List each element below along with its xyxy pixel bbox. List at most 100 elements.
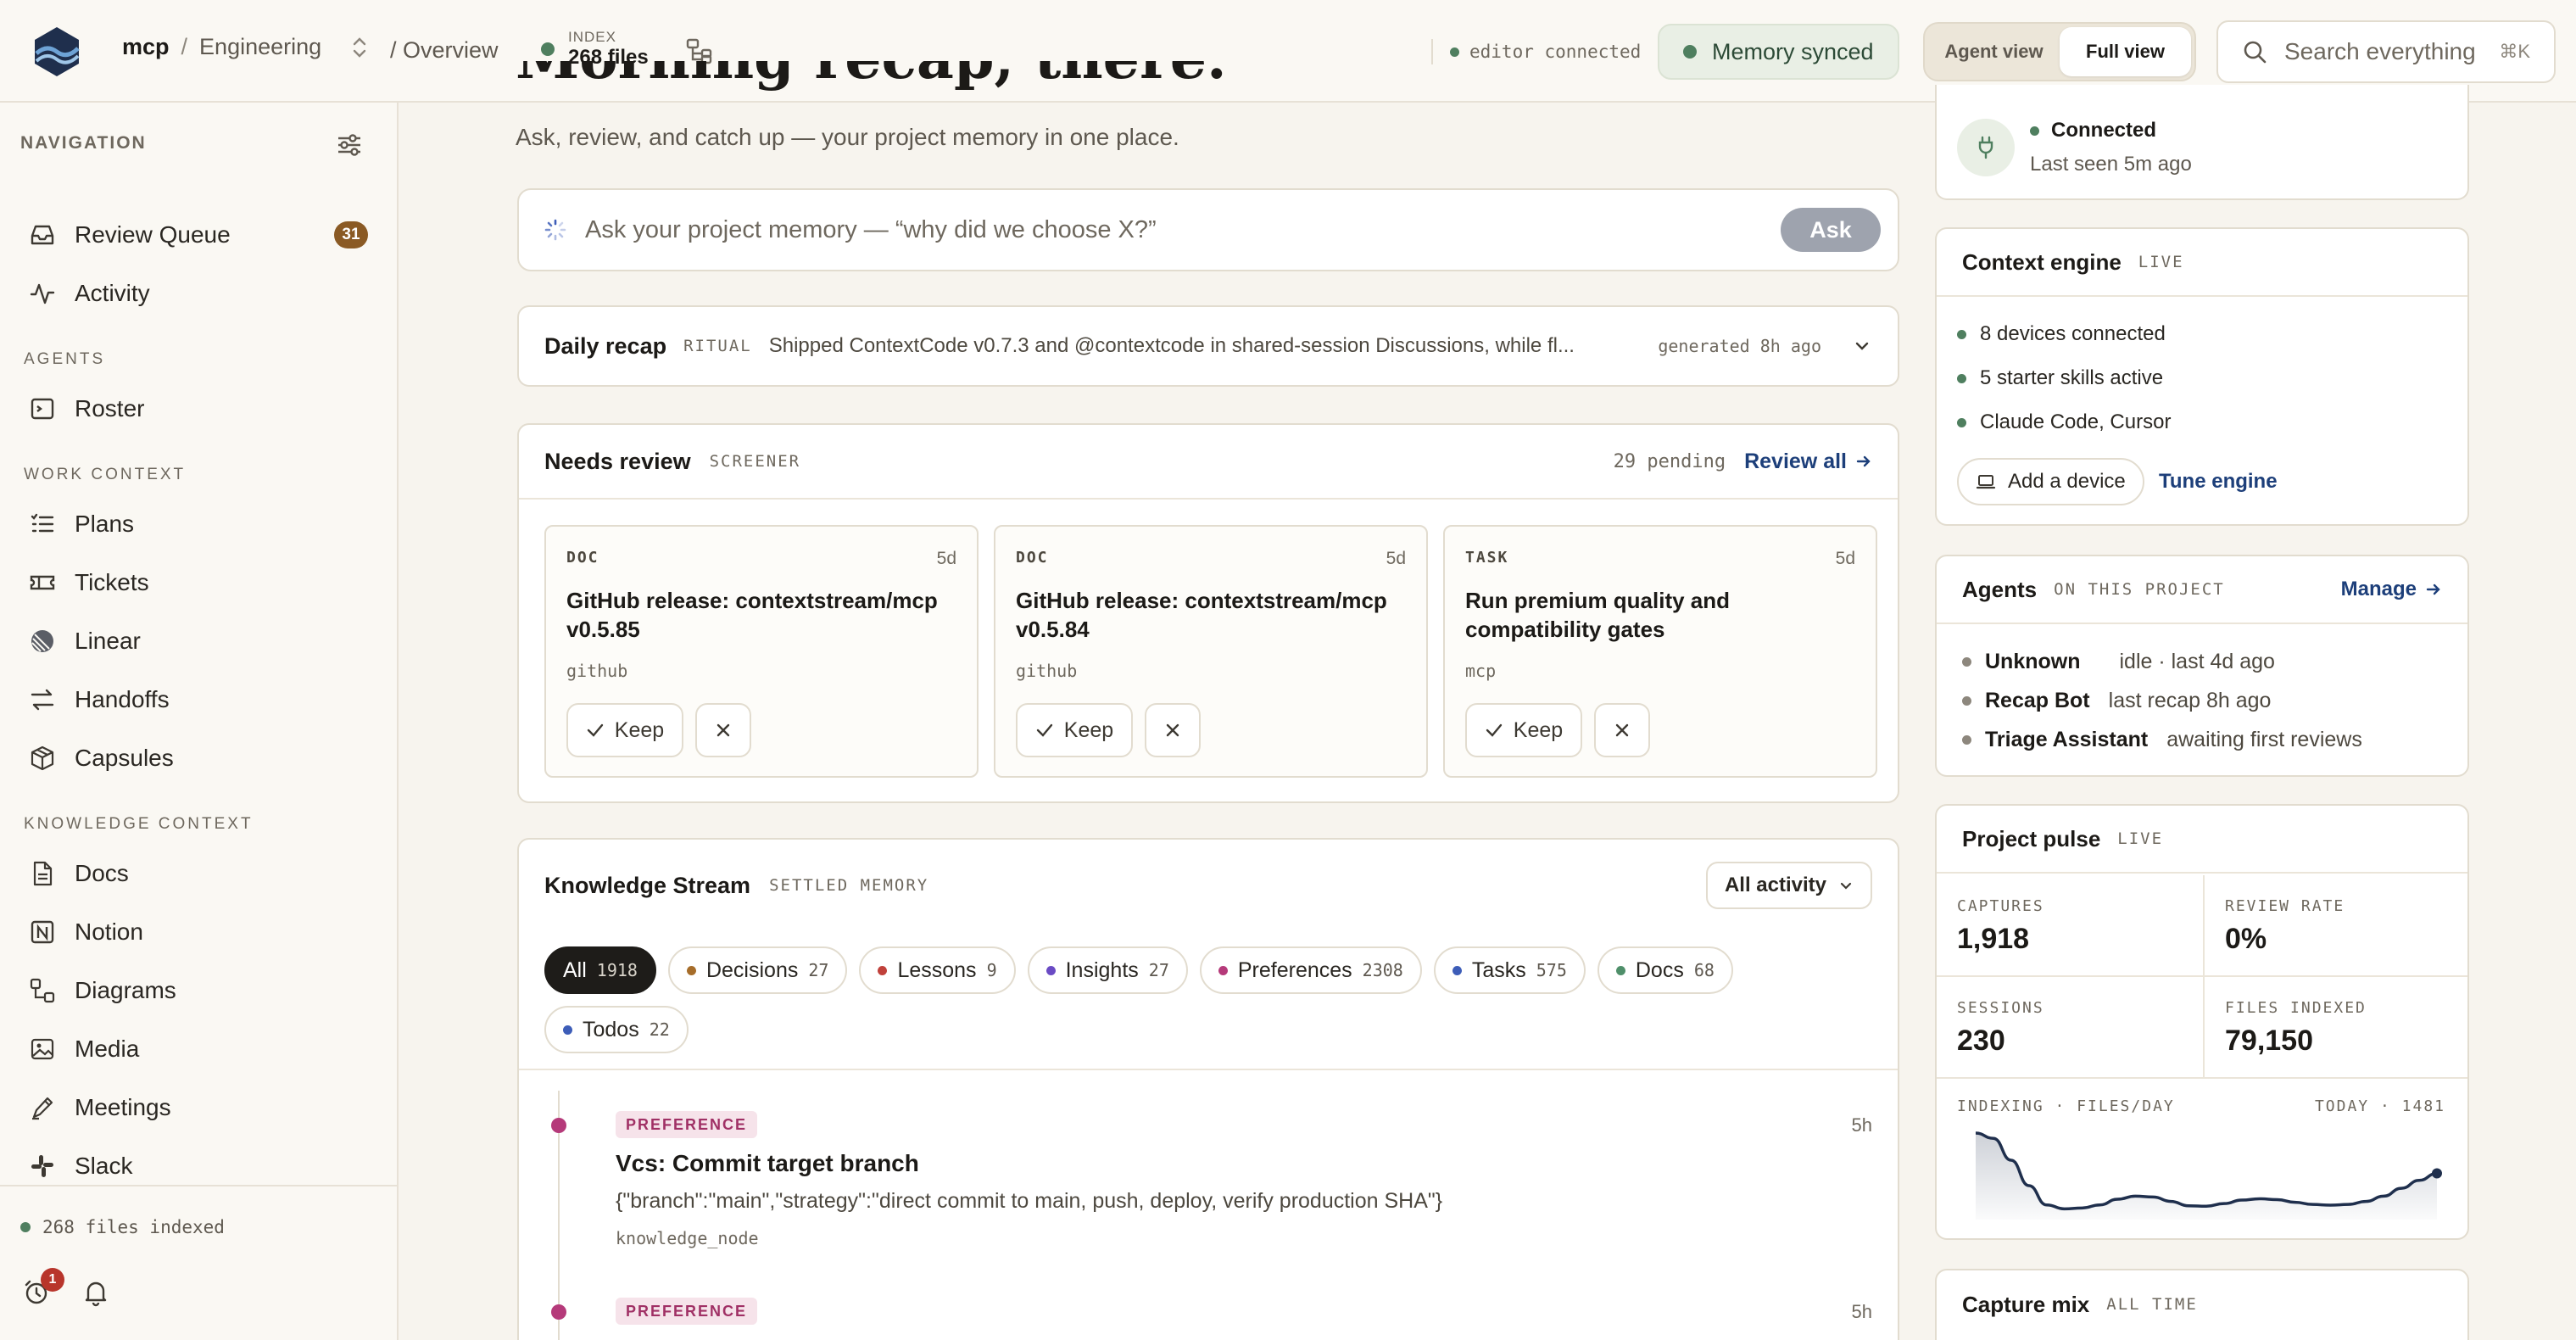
page-subtitle: Ask, review, and catch up — your project… (516, 124, 1179, 150)
agent-view-option[interactable]: Agent view (1928, 27, 2060, 76)
filter-chip-docs[interactable]: Docs 68 (1597, 946, 1733, 994)
alarm-badge: 1 (41, 1268, 64, 1292)
review-item-title[interactable]: Run premium quality and compatibility ga… (1465, 586, 1855, 644)
arrows-swap-icon (31, 689, 54, 711)
sidebar-item-capsules[interactable]: Capsules (29, 737, 368, 779)
sidebar-item-label: Plans (75, 511, 135, 537)
memory-synced-badge[interactable]: Memory synced (1658, 24, 1899, 80)
filter-chip-todos[interactable]: Todos 22 (544, 1006, 689, 1053)
sidebar-item-slack[interactable]: Slack (29, 1145, 368, 1187)
sidebar-item-handoffs[interactable]: Handoffs (29, 678, 368, 721)
filter-chip-preferences[interactable]: Preferences 2308 (1199, 946, 1422, 994)
review-item[interactable]: DOC 5d GitHub release: contextstream/mcp… (544, 525, 979, 778)
agent-row[interactable]: Unknown idle · last 4d ago (1962, 650, 2275, 674)
dismiss-button[interactable] (695, 703, 751, 757)
engine-stat-text: Claude Code, Cursor (1980, 410, 2172, 433)
keep-button[interactable]: Keep (566, 703, 683, 757)
connection-card: Connected Last seen 5m ago (1935, 85, 2469, 200)
context-engine-tag: LIVE (2138, 253, 2184, 271)
chevron-down-icon[interactable] (1852, 336, 1872, 356)
chip-color-dot (1452, 965, 1462, 975)
filter-chip-decisions[interactable]: Decisions 27 (667, 946, 848, 994)
review-item-title[interactable]: GitHub release: contextstream/mcp v0.5.8… (1016, 586, 1406, 644)
review-item-age: 5d (936, 549, 956, 568)
org-name[interactable]: mcp (122, 34, 170, 60)
agent-row[interactable]: Recap Bot last recap 8h ago (1962, 689, 2271, 713)
ticket-icon (30, 575, 55, 590)
files-indexed-text: 268 files indexed (42, 1217, 225, 1237)
connection-state: Connected (2030, 119, 2156, 142)
chip-count: 68 (1693, 960, 1715, 980)
capture-mix-title: Capture mix (1962, 1291, 2090, 1317)
filter-chip-tasks[interactable]: Tasks 575 (1433, 946, 1586, 994)
sidebar-item-label: Media (75, 1036, 140, 1062)
chip-color-dot (1615, 965, 1625, 975)
image-icon (31, 1038, 54, 1060)
ask-memory-input[interactable]: Ask your project memory — “why did we ch… (517, 188, 1899, 271)
sparkline-today: TODAY · 1481 (2314, 1097, 2445, 1115)
section-work-context: WORK CONTEXT (24, 466, 187, 483)
search-box[interactable]: Search everything ⌘K (2216, 20, 2556, 83)
keep-button[interactable]: Keep (1465, 703, 1582, 757)
entry-title[interactable]: Vcs: Commit target branch (616, 1150, 919, 1177)
project-pulse-tag: LIVE (2117, 829, 2164, 848)
full-view-option[interactable]: Full view (2060, 27, 2191, 76)
sidebar-item-label: Capsules (75, 745, 174, 771)
sidebar-item-label: Slack (75, 1153, 133, 1179)
connection-status-dot (2030, 126, 2039, 136)
sidebar-item-docs[interactable]: Docs (29, 852, 368, 895)
workspace-name[interactable]: Engineering (199, 34, 321, 60)
sidebar-item-media[interactable]: Media (29, 1028, 368, 1070)
filter-chip-insights[interactable]: Insights 27 (1027, 946, 1188, 994)
engine-stat: 8 devices connected (1957, 322, 2166, 346)
review-item-source: mcp (1465, 661, 1497, 681)
recap-tag: RITUAL (683, 337, 752, 355)
ask-button[interactable]: Ask (1781, 208, 1881, 252)
editor-status-text: editor connected (1469, 42, 1642, 62)
filter-chip-all[interactable]: All 1918 (544, 946, 656, 994)
sliders-icon[interactable] (336, 131, 363, 159)
chip-count: 9 (986, 960, 997, 980)
sidebar-item-diagrams[interactable]: Diagrams (29, 969, 368, 1012)
section-agents: AGENTS (24, 350, 106, 368)
sidebar-item-tickets[interactable]: Tickets (29, 561, 368, 604)
dismiss-button[interactable] (1145, 703, 1201, 757)
review-item[interactable]: DOC 5d GitHub release: contextstream/mcp… (994, 525, 1428, 778)
sidebar-item-activity[interactable]: Activity (29, 272, 368, 315)
filter-chips: All 1918 Decisions 27 Lessons 9 Insights 27 Pref… (544, 946, 1867, 1053)
app-logo[interactable] (32, 25, 81, 78)
project-switcher[interactable]: mcp / Engineering (122, 34, 367, 60)
activity-filter-select[interactable]: All activity (1705, 862, 1872, 909)
agent-row[interactable]: Triage Assistant awaiting first reviews (1962, 728, 2362, 752)
preference-dot (551, 1304, 566, 1320)
bell-icon[interactable] (81, 1278, 110, 1307)
overview-label[interactable]: Overview (403, 37, 499, 63)
filter-chip-lessons[interactable]: Lessons 9 (859, 946, 1016, 994)
review-item-type: DOC (566, 549, 599, 567)
manage-agents-link[interactable]: Manage (2341, 578, 2442, 601)
breadcrumb-overview[interactable]: / Overview (390, 37, 499, 64)
dismiss-button[interactable] (1594, 703, 1650, 757)
daily-recap-card[interactable]: Daily recap RITUAL Shipped ContextCode v… (517, 305, 1899, 387)
review-all-link[interactable]: Review all (1744, 449, 1872, 474)
chip-count: 27 (808, 960, 829, 980)
sidebar-item-roster[interactable]: Roster (29, 388, 368, 430)
sidebar-item-plans[interactable]: Plans (29, 503, 368, 545)
metric-label: REVIEW RATE (2225, 897, 2345, 915)
sidebar-item-review-queue[interactable]: Review Queue 31 (29, 214, 368, 256)
metric-value: 1,918 (1957, 923, 2030, 955)
sidebar-item-notion[interactable]: Notion (29, 911, 368, 953)
memory-status-text: Memory synced (1712, 38, 1874, 64)
agent-name: Triage Assistant (1985, 728, 2149, 751)
sidebar-item-meetings[interactable]: Meetings (29, 1086, 368, 1129)
chevron-updown-icon[interactable] (352, 36, 367, 59)
sidebar-item-linear[interactable]: Linear (29, 620, 368, 662)
review-item-type: DOC (1016, 549, 1049, 567)
review-item-title[interactable]: GitHub release: contextstream/mcp v0.5.8… (566, 586, 956, 644)
review-item[interactable]: TASK 5d Run premium quality and compatib… (1443, 525, 1877, 778)
agent-status: awaiting first reviews (2166, 728, 2362, 751)
add-device-button[interactable]: Add a device (1957, 458, 2144, 505)
keep-button[interactable]: Keep (1016, 703, 1133, 757)
tune-engine-link[interactable]: Tune engine (2159, 470, 2278, 494)
search-placeholder: Search everything (2284, 38, 2476, 64)
